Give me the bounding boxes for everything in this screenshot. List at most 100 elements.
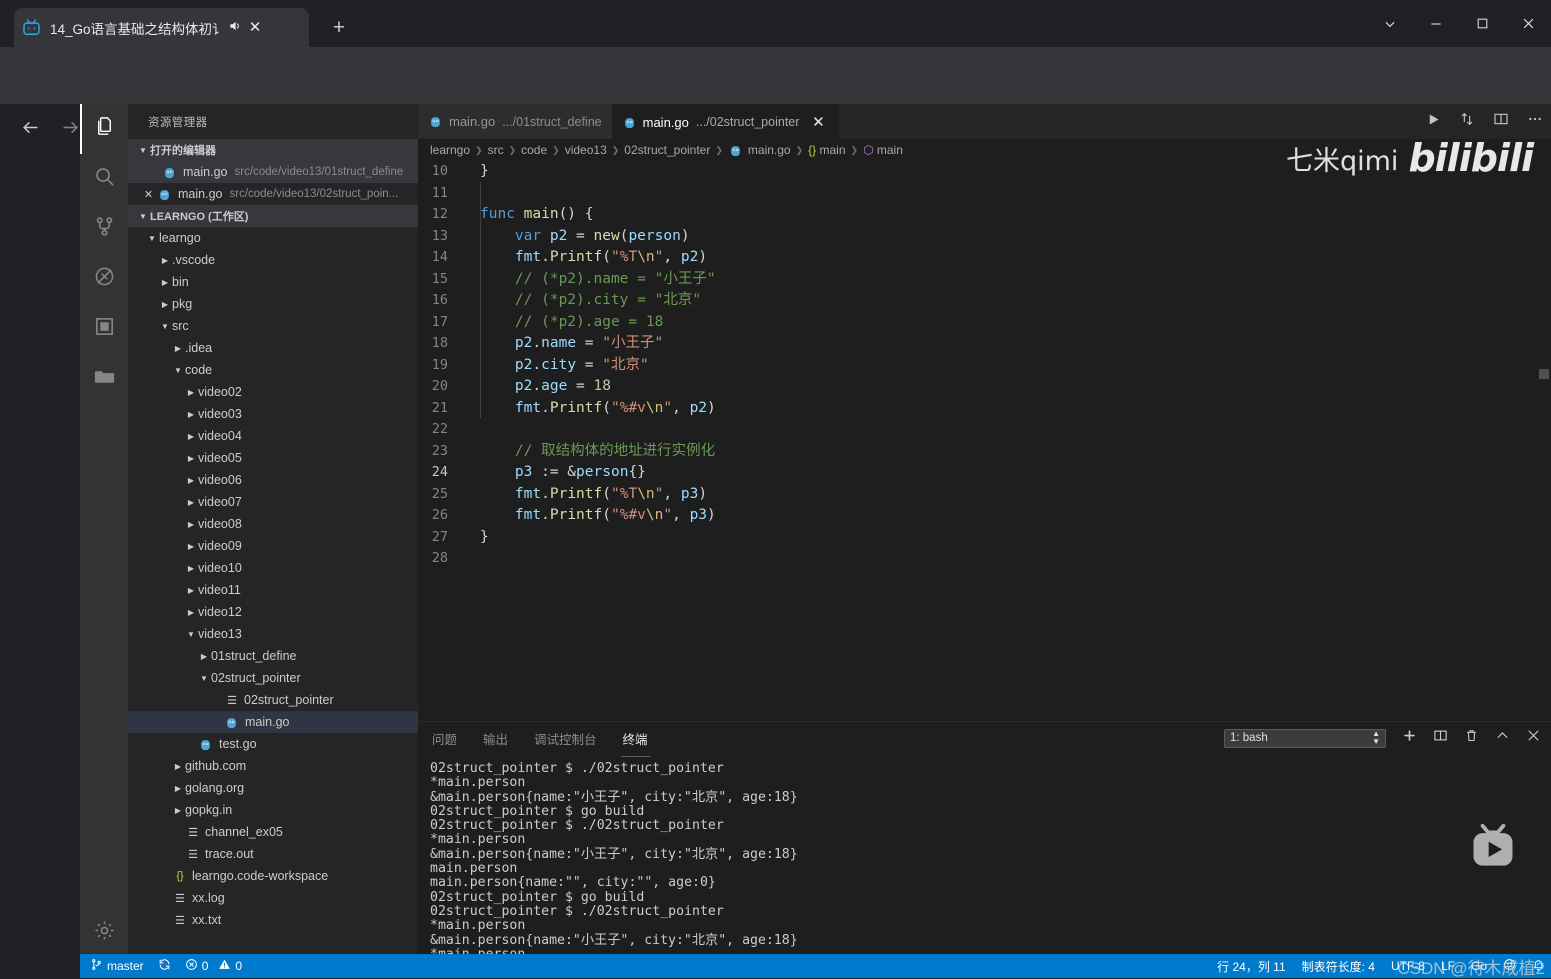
tree-item[interactable]: {}learngo.code-workspace — [128, 865, 418, 887]
more-actions-icon[interactable] — [1527, 111, 1543, 132]
split-terminal-icon[interactable] — [1433, 728, 1448, 748]
tree-item[interactable]: ▶gopkg.in — [128, 799, 418, 821]
tree-item[interactable]: ▼learngo — [128, 227, 418, 249]
editor-scrollbar[interactable] — [1539, 369, 1549, 379]
sidebar-item-run-debug[interactable] — [80, 254, 128, 304]
add-terminal-icon[interactable] — [1402, 728, 1417, 748]
code-line: 25 fmt.Printf("%T\n", p3) — [418, 484, 1551, 506]
sidebar-item-source-control[interactable] — [80, 204, 128, 254]
source-control-sync-icon[interactable] — [1459, 111, 1475, 132]
panel-tab[interactable]: 输出 — [481, 725, 510, 752]
manage-settings-button[interactable] — [80, 908, 128, 958]
tree-item[interactable]: ☰trace.out — [128, 843, 418, 865]
tree-item[interactable]: ▶bin — [128, 271, 418, 293]
sidebar-item-search[interactable] — [80, 154, 128, 204]
tree-item[interactable]: ☰02struct_pointer — [128, 689, 418, 711]
tree-item[interactable]: ▶.idea — [128, 337, 418, 359]
status-indent[interactable]: 制表符长度: 4 — [1302, 958, 1375, 975]
sidebar-item-extensions[interactable] — [80, 304, 128, 354]
tree-item[interactable]: ☰xx.log — [128, 887, 418, 909]
tree-item[interactable]: ▶video03 — [128, 403, 418, 425]
breadcrumb-segment[interactable]: learngo — [430, 143, 470, 157]
tree-item[interactable]: ▼02struct_pointer — [128, 667, 418, 689]
status-language[interactable]: Go — [1471, 959, 1487, 973]
minimize-icon[interactable] — [1413, 0, 1459, 47]
tree-item[interactable]: ☰channel_ex05 — [128, 821, 418, 843]
tree-item[interactable]: ▼src — [128, 315, 418, 337]
terminal-line: &main.person{name:"小王子", city:"北京", age:… — [430, 791, 1551, 805]
tree-item[interactable]: ▶video04 — [128, 425, 418, 447]
chevron-down-icon[interactable] — [1367, 0, 1413, 47]
panel-tab[interactable]: 调试控制台 — [532, 725, 599, 752]
status-sync[interactable] — [158, 958, 171, 974]
editor-tab-sub: .../02struct_pointer — [696, 115, 800, 129]
breadcrumb-segment[interactable]: code — [521, 143, 547, 157]
window-close-icon[interactable] — [1505, 0, 1551, 47]
tree-item[interactable]: ☰xx.txt — [128, 909, 418, 931]
tree-item[interactable]: ▶video11 — [128, 579, 418, 601]
speaker-icon[interactable] — [225, 19, 244, 36]
tree-item[interactable]: ▶01struct_define — [128, 645, 418, 667]
tree-item[interactable]: ▶video06 — [128, 469, 418, 491]
breadcrumb-segment[interactable]: main.go — [728, 143, 791, 158]
gear-icon — [93, 919, 116, 947]
open-editors-header[interactable]: ▼ 打开的编辑器 — [128, 139, 418, 161]
tree-item[interactable]: ▼video13 — [128, 623, 418, 645]
sidebar-item-remote-explorer[interactable] — [80, 354, 128, 404]
breadcrumb-segment[interactable]: 02struct_pointer — [624, 143, 710, 157]
browser-tab[interactable]: 14_Go语言基础之结构体初讠 ✕ — [14, 8, 309, 47]
editor-tab[interactable]: main.go .../02struct_pointer ✕ — [612, 104, 840, 139]
tree-item[interactable]: ▶video12 — [128, 601, 418, 623]
new-tab-button[interactable]: + — [325, 15, 353, 43]
breadcrumb-segment[interactable]: {} main — [808, 143, 845, 157]
tree-item[interactable]: test.go — [128, 733, 418, 755]
tree-item[interactable]: ▶golang.org — [128, 777, 418, 799]
maximize-panel-icon[interactable] — [1495, 728, 1510, 748]
tree-item[interactable]: main.go — [128, 711, 418, 733]
tree-item[interactable]: ▶github.com — [128, 755, 418, 777]
code-content[interactable]: 10}1112func main() {13 var p2 = new(pers… — [418, 161, 1551, 721]
open-editor-item[interactable]: ✕ main.go src/code/video13/02struct_poin… — [128, 183, 418, 205]
status-error-count: 0 — [202, 959, 209, 973]
tree-item[interactable]: ▶video09 — [128, 535, 418, 557]
split-editor-icon[interactable] — [1493, 111, 1509, 132]
back-arrow-icon[interactable] — [12, 109, 48, 145]
workspace-header[interactable]: ▼ LEARNGO (工作区) — [128, 205, 418, 227]
tree-item[interactable]: ▶video02 — [128, 381, 418, 403]
breadcrumb-segment[interactable]: ⬡ main — [863, 143, 903, 157]
breadcrumb-segment[interactable]: src — [488, 143, 504, 157]
terminal-output[interactable]: 02struct_pointer $ ./02struct_pointer*ma… — [430, 762, 1551, 972]
maximize-icon[interactable] — [1459, 0, 1505, 47]
kill-terminal-icon[interactable] — [1464, 728, 1479, 748]
tree-item[interactable]: ▶video08 — [128, 513, 418, 535]
status-eol[interactable]: LF — [1441, 959, 1455, 973]
panel-tab[interactable]: 问题 — [430, 725, 459, 752]
terminal-line: main.person{name:"", city:"", age:0} — [430, 876, 1551, 890]
editor-tab[interactable]: main.go .../01struct_define — [418, 104, 612, 139]
close-panel-icon[interactable] — [1526, 728, 1541, 748]
tab-close-icon[interactable]: ✕ — [244, 20, 266, 35]
sidebar-item-explorer[interactable] — [80, 104, 128, 154]
panel-tab[interactable]: 终端 — [621, 725, 650, 752]
status-problems[interactable]: 0 0 — [185, 958, 242, 974]
tree-item[interactable]: ▶video07 — [128, 491, 418, 513]
breadcrumb-segment[interactable]: video13 — [565, 143, 607, 157]
tree-item[interactable]: ▶video10 — [128, 557, 418, 579]
run-icon[interactable] — [1426, 112, 1441, 132]
close-icon[interactable]: ✕ — [140, 188, 157, 201]
workspace-label: LEARNGO (工作区) — [150, 208, 248, 224]
smiley-icon[interactable] — [1503, 958, 1516, 974]
tree-item[interactable]: ▶.vscode — [128, 249, 418, 271]
editor-tab-close-icon[interactable]: ✕ — [807, 115, 829, 130]
status-encoding[interactable]: UTF-8 — [1391, 959, 1425, 973]
terminal-select[interactable]: 1: bash ▲▼ — [1224, 729, 1386, 748]
status-cursor-position[interactable]: 行 24，列 11 — [1217, 958, 1285, 975]
open-editor-item[interactable]: main.go src/code/video13/01struct_define — [128, 161, 418, 183]
tree-item-label: pkg — [172, 297, 192, 311]
tree-item[interactable]: ▶video05 — [128, 447, 418, 469]
tree-item[interactable]: ▼code — [128, 359, 418, 381]
bell-icon[interactable] — [1532, 958, 1545, 974]
status-branch[interactable]: master — [90, 958, 144, 974]
activity-bar — [80, 104, 128, 978]
tree-item[interactable]: ▶pkg — [128, 293, 418, 315]
